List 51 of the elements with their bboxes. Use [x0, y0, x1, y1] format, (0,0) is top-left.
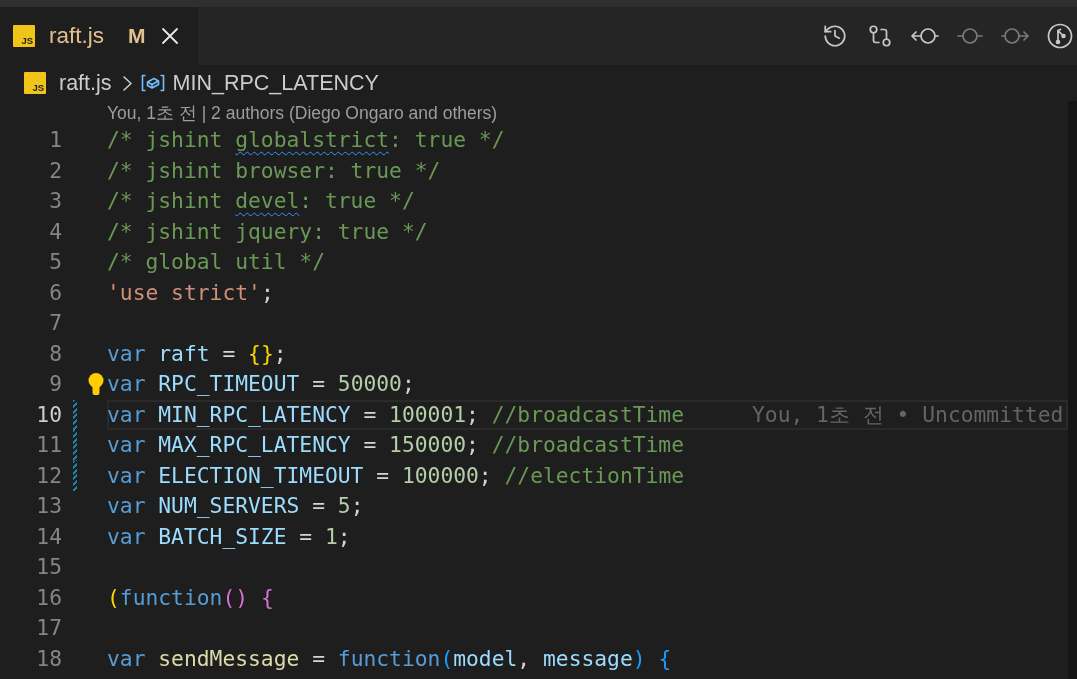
- line-number: 18: [35, 644, 62, 673]
- code-line: /* jshint browser: true */: [107, 156, 441, 185]
- circle-arrow-right-icon: [1001, 27, 1029, 45]
- code-lens[interactable]: You, 1초 전 | 2 authors (Diego Ongaro and others): [107, 101, 498, 125]
- history-icon: [822, 23, 848, 49]
- line-number: 2: [48, 156, 62, 185]
- code-line: var BATCH_SIZE = 1;: [107, 522, 351, 551]
- close-icon: [161, 28, 178, 44]
- line-number: 8: [48, 339, 62, 368]
- line-number: 1: [48, 126, 62, 154]
- git-compare-icon: [867, 23, 893, 49]
- code-line: var sendMessage = function(model, message) {: [107, 644, 672, 673]
- code-line: var raft = {};: [107, 339, 287, 368]
- code-line: var RPC_TIMEOUT = 50000;: [107, 370, 415, 398]
- commit-icon: [957, 28, 983, 44]
- code-line: /* global util */: [107, 248, 325, 276]
- line-number: 9: [48, 370, 62, 398]
- lightbulb-icon[interactable]: [88, 373, 104, 396]
- code-line: (function() {: [107, 583, 274, 612]
- git-status: M: [128, 24, 146, 48]
- breadcrumb-item[interactable]: MIN_RPC_LATENCY: [140, 70, 379, 96]
- code-line: var MAX_RPC_LATENCY = 150000; //broadcastTime: [107, 431, 684, 459]
- line-number: 5: [48, 248, 62, 276]
- arrow-left-circle-icon: [911, 27, 939, 45]
- code-line: var NUM_SERVERS = 5;: [107, 492, 364, 520]
- code-line: /* jshint globalstrict: true */: [107, 126, 505, 154]
- line-number: 6: [48, 278, 62, 307]
- code-line: 'use strict';: [107, 278, 274, 307]
- line-number: 4: [48, 217, 62, 246]
- line-number: 17: [35, 614, 62, 642]
- line-number: 16: [35, 583, 62, 612]
- chevron-icon: [122, 75, 132, 91]
- variable-symbol-icon: [140, 74, 165, 92]
- file-type-icon: JS: [13, 25, 35, 47]
- line-number: 7: [48, 309, 62, 337]
- line-number: 3: [48, 187, 62, 215]
- branch-circle-icon: [1047, 23, 1073, 49]
- breadcrumb-item[interactable]: JS raft.js: [24, 70, 112, 96]
- line-number: 13: [35, 492, 62, 520]
- file-type-icon: JS: [24, 72, 46, 94]
- editor-tab[interactable]: JS raft.js M: [0, 7, 198, 65]
- line-number: 12: [35, 461, 62, 490]
- line-number: 11: [35, 431, 62, 459]
- code-line: /* jshint devel: true */: [107, 187, 415, 215]
- line-number: 15: [35, 553, 62, 581]
- inline-blame: You, 1초 전 • Uncommitted: [752, 400, 1064, 429]
- line-number: 10: [35, 400, 62, 429]
- code-line: var ELECTION_TIMEOUT = 100000; //electionTime: [107, 461, 685, 490]
- line-number: 14: [35, 522, 62, 551]
- code-line: var MIN_RPC_LATENCY = 100001; //broadcastTime: [107, 400, 684, 429]
- code-line: /* jshint jquery: true */: [107, 217, 428, 246]
